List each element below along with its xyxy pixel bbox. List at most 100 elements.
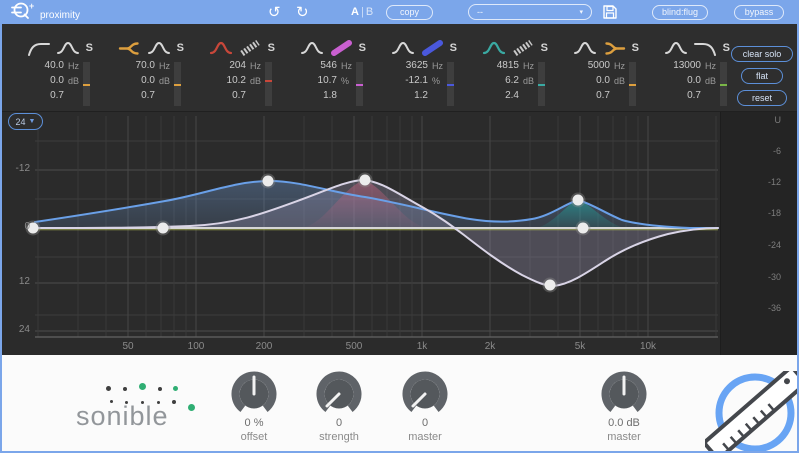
band-gain-slider[interactable] bbox=[83, 62, 90, 106]
band-6: S 4815 Hz 6.2 dB 2.4 bbox=[463, 38, 554, 110]
ab-toggle[interactable]: A | B bbox=[351, 0, 373, 24]
bell-icon[interactable] bbox=[56, 40, 80, 56]
blindflug-button[interactable]: blind:flug bbox=[652, 4, 708, 20]
pencil-icon[interactable] bbox=[420, 40, 444, 56]
reset-button[interactable]: reset bbox=[737, 90, 787, 106]
q-value[interactable]: 2.4 bbox=[473, 90, 519, 101]
clear-solo-button[interactable]: clear solo bbox=[731, 46, 793, 62]
ruler-icon[interactable] bbox=[238, 40, 262, 56]
freq-value[interactable]: 13000 bbox=[655, 60, 701, 71]
db-axis-label: 12 bbox=[18, 276, 30, 287]
ab-b[interactable]: B bbox=[366, 6, 373, 18]
q-value[interactable]: 0.7 bbox=[109, 90, 155, 101]
bypass-button[interactable]: bypass bbox=[734, 4, 784, 20]
node-handle[interactable] bbox=[155, 220, 171, 236]
band-gain-slider[interactable] bbox=[447, 62, 454, 106]
redo-icon: ↻ bbox=[296, 2, 309, 21]
strength-value: 0 bbox=[335, 417, 343, 429]
slider-mark bbox=[447, 84, 454, 86]
gain-value[interactable]: 6.2 bbox=[473, 75, 519, 86]
slider-mark bbox=[265, 80, 272, 82]
solo-button[interactable]: S bbox=[540, 42, 548, 54]
gain-value[interactable]: -12.1 bbox=[382, 75, 428, 86]
master-knob[interactable] bbox=[398, 368, 452, 422]
bell-icon[interactable] bbox=[209, 40, 233, 56]
freq-value[interactable]: 204 bbox=[200, 60, 246, 71]
freq-value[interactable]: 5000 bbox=[564, 60, 610, 71]
db-range-dropdown[interactable]: 24 ▼ bbox=[8, 113, 43, 130]
preset-dropdown[interactable]: -- ▾ bbox=[468, 4, 592, 20]
q-value[interactable]: 1.2 bbox=[382, 90, 428, 101]
lowpass-icon[interactable] bbox=[693, 40, 717, 56]
node-handle[interactable] bbox=[260, 173, 276, 189]
freq-axis-label: 100 bbox=[187, 341, 205, 352]
freq-value[interactable]: 70.0 bbox=[109, 60, 155, 71]
master-db-label: master bbox=[607, 431, 641, 443]
meter-scale-label: U bbox=[774, 115, 782, 125]
freq-axis-label: 10k bbox=[639, 341, 657, 352]
solo-button[interactable]: S bbox=[176, 42, 184, 54]
band-gain-slider[interactable] bbox=[174, 62, 181, 106]
node-handle[interactable] bbox=[357, 172, 373, 188]
flat-button[interactable]: flat bbox=[741, 68, 783, 84]
slider-mark bbox=[629, 84, 636, 86]
solo-button[interactable]: S bbox=[631, 42, 639, 54]
highpass-icon[interactable] bbox=[27, 40, 51, 56]
gain-value[interactable]: 0.0 bbox=[564, 75, 610, 86]
gain-value[interactable]: 10.2 bbox=[200, 75, 246, 86]
proximity-curve-fill bbox=[35, 180, 718, 286]
gain-value[interactable]: 0.0 bbox=[109, 75, 155, 86]
master-db-knob[interactable] bbox=[597, 368, 651, 422]
solo-button[interactable]: S bbox=[267, 42, 275, 54]
solo-button[interactable]: S bbox=[85, 42, 93, 54]
node-handle[interactable] bbox=[542, 277, 558, 293]
eq-graph: -12 0 12 24 50 100 200 500 1k 2k 5k 10k … bbox=[0, 112, 799, 355]
save-button[interactable] bbox=[602, 0, 618, 24]
cut-fork-icon[interactable] bbox=[602, 40, 626, 56]
q-value[interactable]: 0.7 bbox=[200, 90, 246, 101]
bell-icon[interactable] bbox=[482, 40, 506, 56]
bell-icon[interactable] bbox=[147, 40, 171, 56]
offset-knob[interactable] bbox=[227, 368, 281, 422]
offset-label: offset bbox=[240, 431, 268, 443]
band-gain-slider[interactable] bbox=[356, 62, 363, 106]
freq-value[interactable]: 4815 bbox=[473, 60, 519, 71]
copy-button[interactable]: copy bbox=[386, 4, 433, 20]
bell-icon[interactable] bbox=[573, 40, 597, 56]
q-value[interactable]: 1.8 bbox=[291, 90, 337, 101]
q-value[interactable]: 0.7 bbox=[564, 90, 610, 101]
undo-button[interactable]: ↺ bbox=[268, 0, 281, 24]
meter-scale-label: -30 bbox=[767, 272, 781, 282]
freq-value[interactable]: 546 bbox=[291, 60, 337, 71]
gain-value[interactable]: 0.0 bbox=[18, 75, 64, 86]
gain-value[interactable]: 0.0 bbox=[655, 75, 701, 86]
bell-icon[interactable] bbox=[664, 40, 688, 56]
freq-value[interactable]: 3625 bbox=[382, 60, 428, 71]
redo-button[interactable]: ↻ bbox=[296, 0, 309, 24]
strength-knob[interactable] bbox=[312, 368, 366, 422]
cut-fork-icon[interactable] bbox=[118, 40, 142, 56]
solo-button[interactable]: S bbox=[449, 42, 457, 54]
pencil-icon[interactable] bbox=[329, 40, 353, 56]
gain-value[interactable]: 10.7 bbox=[291, 75, 337, 86]
node-handle[interactable] bbox=[570, 192, 586, 208]
solo-button[interactable]: S bbox=[722, 42, 730, 54]
bell-icon[interactable] bbox=[300, 40, 324, 56]
band-gain-slider[interactable] bbox=[265, 62, 272, 106]
node-handle[interactable] bbox=[575, 220, 591, 236]
app-logo: + proximity bbox=[8, 0, 80, 24]
bell-icon[interactable] bbox=[391, 40, 415, 56]
meter-scale-label: -18 bbox=[767, 208, 781, 218]
ab-a[interactable]: A bbox=[351, 6, 359, 18]
band-gain-slider[interactable] bbox=[720, 62, 727, 106]
ruler-icon[interactable] bbox=[511, 40, 535, 56]
band-gain-slider[interactable] bbox=[538, 62, 545, 106]
band-gain-slider[interactable] bbox=[629, 62, 636, 106]
q-value[interactable]: 0.7 bbox=[655, 90, 701, 101]
proximity-ruler-logo bbox=[705, 371, 797, 451]
q-value[interactable]: 0.7 bbox=[18, 90, 64, 101]
band-3: S 204 Hz 10.2 dB 0.7 bbox=[190, 38, 281, 110]
product-name: proximity bbox=[40, 10, 81, 21]
solo-button[interactable]: S bbox=[358, 42, 366, 54]
freq-value[interactable]: 40.0 bbox=[18, 60, 64, 71]
